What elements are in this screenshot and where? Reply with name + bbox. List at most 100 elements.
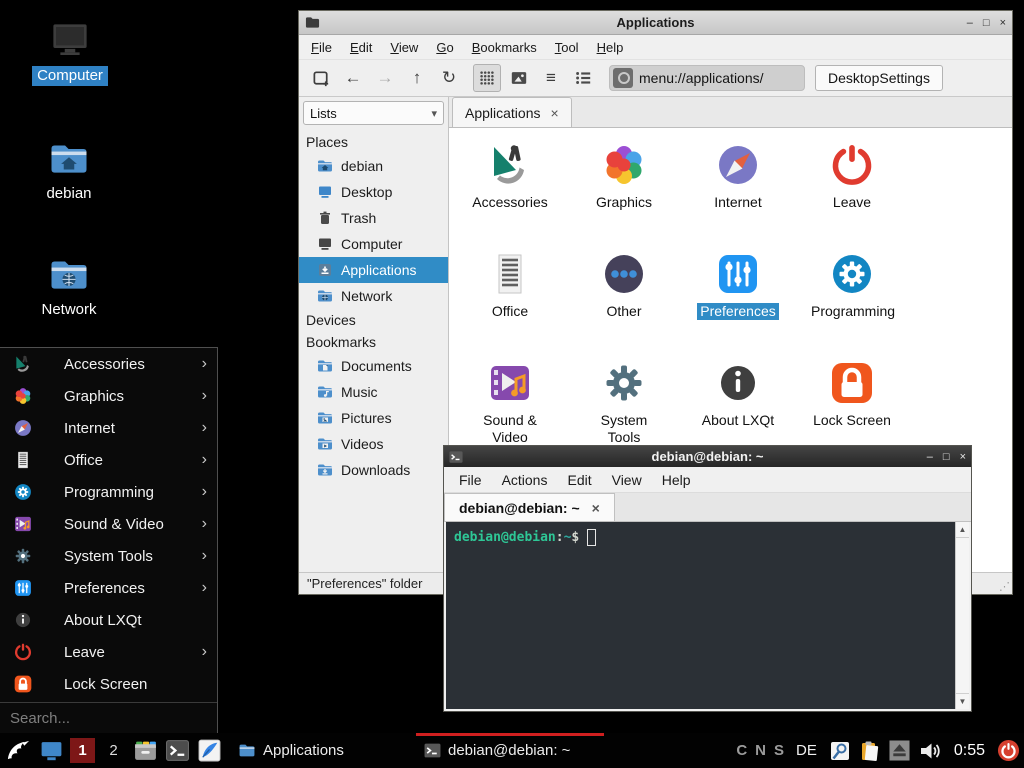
- forward-button[interactable]: →: [371, 64, 399, 92]
- address-text: menu://applications/: [639, 70, 764, 86]
- tab-close-icon[interactable]: ×: [551, 105, 559, 121]
- sidebar-item-pictures[interactable]: Pictures: [299, 405, 448, 431]
- clipboard-tray-icon[interactable]: [859, 740, 881, 762]
- sidebar-item-computer[interactable]: Computer: [299, 231, 448, 257]
- eject-tray-icon[interactable]: [889, 740, 910, 761]
- maximize-icon[interactable]: □: [943, 450, 950, 464]
- menu-actions[interactable]: Actions: [493, 469, 557, 491]
- menu-item-accessories[interactable]: Accessories ›: [0, 348, 217, 380]
- show-desktop-button[interactable]: [39, 738, 64, 763]
- sidebar-item-debian[interactable]: debian: [299, 153, 448, 179]
- terminal-titlebar[interactable]: debian@debian: ~ – □ ×: [444, 446, 971, 467]
- up-button[interactable]: ↑: [403, 64, 431, 92]
- other-icon: [600, 250, 648, 298]
- menu-item-about-lxqt[interactable]: About LXQt: [0, 604, 217, 636]
- address-bar[interactable]: menu://applications/: [609, 65, 805, 91]
- sidebar-mode-select[interactable]: Lists ▾: [303, 101, 444, 125]
- sidebar-item-downloads[interactable]: Downloads: [299, 457, 448, 483]
- menu-tool[interactable]: Tool: [547, 37, 587, 58]
- power-button[interactable]: [997, 739, 1020, 762]
- menu-item-graphics[interactable]: Graphics ›: [0, 380, 217, 412]
- close-icon[interactable]: ×: [960, 450, 966, 464]
- sidebar-item-videos[interactable]: Videos: [299, 431, 448, 457]
- workspace-2-button[interactable]: 2: [101, 738, 126, 763]
- menu-item-lock-screen[interactable]: Lock Screen: [0, 668, 217, 700]
- terminal-launcher[interactable]: [165, 738, 190, 763]
- task-terminal[interactable]: debian@debian: ~: [416, 733, 604, 768]
- menu-go[interactable]: Go: [428, 37, 461, 58]
- terminal-tab[interactable]: debian@debian: ~ ×: [444, 493, 615, 521]
- maximize-icon[interactable]: □: [983, 16, 990, 30]
- desktop-icon-computer[interactable]: Computer: [22, 20, 118, 86]
- folder-programming[interactable]: Programming: [795, 243, 909, 352]
- new-tab-button[interactable]: [307, 64, 335, 92]
- terminal-content[interactable]: debian@debian:~$ ▲ ▼: [444, 522, 971, 711]
- reload-button[interactable]: ↻: [435, 64, 463, 92]
- featherpad-launcher[interactable]: [197, 738, 222, 763]
- sidebar-item-desktop[interactable]: Desktop: [299, 179, 448, 205]
- folder-internet[interactable]: Internet: [681, 134, 795, 243]
- menu-help[interactable]: Help: [589, 37, 632, 58]
- folder-other[interactable]: Other: [567, 243, 681, 352]
- desktop-icon-network[interactable]: Network: [21, 254, 117, 320]
- menu-item-internet[interactable]: Internet ›: [0, 412, 217, 444]
- workspace-1-button[interactable]: 1: [70, 738, 95, 763]
- resize-grip-icon[interactable]: ⋰: [999, 580, 1010, 593]
- fm-menubar: File Edit View Go Bookmarks Tool Help: [299, 35, 1012, 60]
- volume-icon[interactable]: [918, 739, 942, 763]
- folder-graphics[interactable]: Graphics: [567, 134, 681, 243]
- menu-edit[interactable]: Edit: [342, 37, 380, 58]
- folder-accessories[interactable]: Accessories: [453, 134, 567, 243]
- sidebar-item-documents[interactable]: Documents: [299, 353, 448, 379]
- scroll-down-icon[interactable]: ▼: [956, 693, 969, 709]
- menu-item-sound-video[interactable]: Sound & Video ›: [0, 508, 217, 540]
- file-manager-launcher[interactable]: [133, 738, 158, 763]
- desktop-settings-button[interactable]: DesktopSettings: [815, 65, 943, 91]
- menu-bookmarks[interactable]: Bookmarks: [464, 37, 545, 58]
- icon-view-button[interactable]: [473, 64, 501, 92]
- folder-leave[interactable]: Leave: [795, 134, 909, 243]
- menu-item-programming[interactable]: Programming ›: [0, 476, 217, 508]
- submenu-arrow-icon: ›: [202, 547, 207, 565]
- desktop-icon-debian[interactable]: debian: [21, 138, 117, 204]
- minimize-icon[interactable]: –: [967, 16, 973, 30]
- menu-search-input[interactable]: Search...: [0, 703, 217, 733]
- menu-file[interactable]: File: [303, 37, 340, 58]
- minimize-icon[interactable]: –: [927, 450, 933, 464]
- sidebar-item-music[interactable]: Music: [299, 379, 448, 405]
- screenshot-tray-icon[interactable]: [829, 740, 851, 762]
- menu-item-preferences[interactable]: Preferences ›: [0, 572, 217, 604]
- fm-window-title: Applications: [299, 15, 1012, 30]
- folder-office[interactable]: Office: [453, 243, 567, 352]
- menu-item-leave[interactable]: Leave ›: [0, 636, 217, 668]
- keyboard-layout[interactable]: DE: [796, 742, 817, 759]
- detailed-view-button[interactable]: [569, 64, 597, 92]
- sidebar-item-network[interactable]: Network: [299, 283, 448, 309]
- new-tab-icon: [312, 69, 331, 88]
- menu-item-office[interactable]: Office ›: [0, 444, 217, 476]
- menu-view[interactable]: View: [382, 37, 426, 58]
- task-applications[interactable]: Applications: [230, 733, 408, 768]
- menu-help[interactable]: Help: [653, 469, 700, 491]
- sidebar-item-applications[interactable]: Applications: [299, 257, 448, 283]
- clock[interactable]: 0:55: [954, 742, 985, 760]
- sidebar-item-trash[interactable]: Trash: [299, 205, 448, 231]
- tab-applications[interactable]: Applications ×: [452, 97, 572, 127]
- back-button[interactable]: ←: [339, 64, 367, 92]
- prompt-user-host: debian@debian: [454, 530, 556, 545]
- menu-item-label: Lock Screen: [64, 676, 147, 693]
- menu-edit[interactable]: Edit: [558, 469, 600, 491]
- menu-file[interactable]: File: [450, 469, 491, 491]
- close-icon[interactable]: ×: [1000, 16, 1006, 30]
- terminal-scrollbar[interactable]: ▲ ▼: [955, 522, 969, 709]
- menu-item-system-tools[interactable]: System Tools ›: [0, 540, 217, 572]
- tab-close-icon[interactable]: ×: [592, 500, 600, 516]
- thumbnail-view-button[interactable]: [505, 64, 533, 92]
- folder-preferences[interactable]: Preferences: [681, 243, 795, 352]
- menu-item-label: Leave: [64, 644, 105, 661]
- compact-view-button[interactable]: ≡: [537, 64, 565, 92]
- menu-view[interactable]: View: [603, 469, 651, 491]
- start-menu-button[interactable]: [6, 738, 31, 763]
- fm-titlebar[interactable]: Applications – □ ×: [299, 11, 1012, 35]
- scroll-up-icon[interactable]: ▲: [956, 522, 969, 538]
